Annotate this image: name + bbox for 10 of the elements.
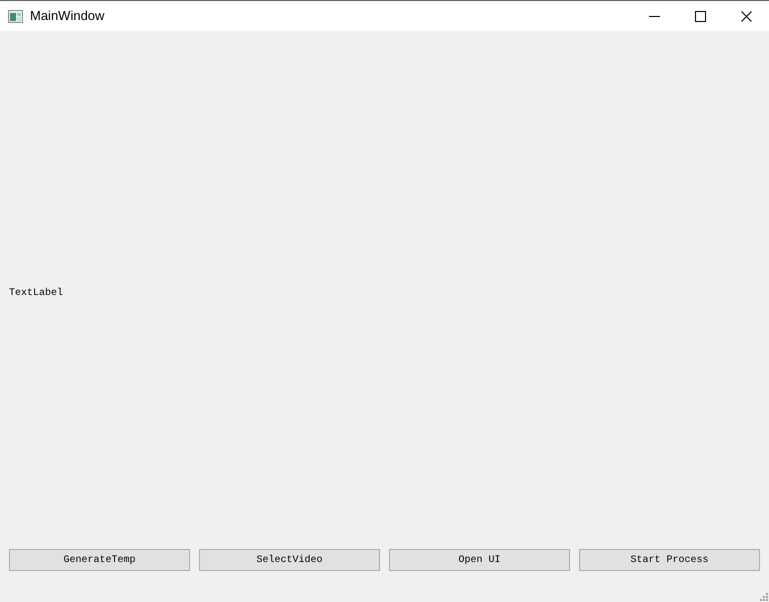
close-icon [740,10,752,22]
push-button[interactable]: Start Process [579,549,760,571]
text-label: TextLabel [9,286,64,300]
resize-grip-icon[interactable] [760,593,768,601]
maximize-icon [694,10,706,22]
app-window-icon [8,10,23,22]
push-button[interactable]: SelectVideo [199,549,380,571]
push-button[interactable]: GenerateTemp [9,549,190,571]
window-title: MainWindow [30,7,104,26]
push-button[interactable]: Open UI [389,549,570,571]
